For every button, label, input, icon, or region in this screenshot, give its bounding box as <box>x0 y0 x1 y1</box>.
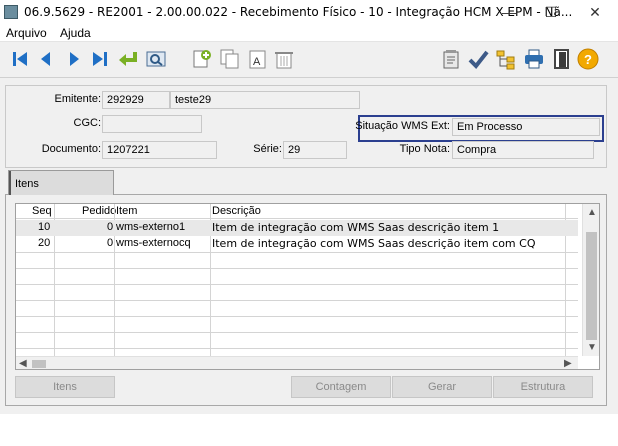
cell-descricao: Item de integração com WMS Saas descriçã… <box>212 221 500 234</box>
tab-area: Seq Pedido Item Descrição 10 0 wms-exter… <box>5 168 607 406</box>
menu-ajuda[interactable]: Ajuda <box>60 26 91 40</box>
delete-icon[interactable] <box>272 47 296 71</box>
maximize-button[interactable]: ☐ <box>528 0 574 24</box>
svg-text:?: ? <box>584 52 592 67</box>
menu-arquivo[interactable]: Arquivo <box>6 26 47 40</box>
header-panel: Emitente: 292929 teste29 CGC: Situação W… <box>5 85 607 168</box>
print-icon[interactable] <box>522 47 546 71</box>
toolbar: A ? <box>0 42 618 78</box>
copy-icon[interactable] <box>218 47 242 71</box>
col-item-header[interactable]: Item <box>116 205 137 217</box>
scroll-up-icon[interactable]: ▲ <box>587 207 597 218</box>
items-grid[interactable]: Seq Pedido Item Descrição 10 0 wms-exter… <box>15 203 600 370</box>
minimize-button[interactable]: — <box>486 0 532 24</box>
wms-status-field[interactable]: Em Processo <box>452 118 600 136</box>
col-seq-header[interactable]: Seq <box>32 205 52 217</box>
row-divider <box>16 300 578 301</box>
documento-field[interactable]: 1207221 <box>102 141 217 159</box>
grid-header: Seq Pedido Item Descrição <box>16 204 578 219</box>
row-divider <box>16 332 578 333</box>
row-divider <box>16 316 578 317</box>
first-icon[interactable] <box>8 47 32 71</box>
serie-label: Série: <box>253 143 282 155</box>
emitente-label: Emitente: <box>54 93 101 105</box>
svg-text:A: A <box>253 56 261 68</box>
tree-icon[interactable] <box>494 47 518 71</box>
close-button[interactable]: ✕ <box>572 0 618 24</box>
itens-tab-panel: Seq Pedido Item Descrição 10 0 wms-exter… <box>5 194 607 406</box>
title-bar: 06.9.5629 - RE2001 - 2.00.00.022 - Receb… <box>0 0 618 24</box>
cell-pedido: 0 <box>107 237 114 249</box>
vertical-scrollbar[interactable]: ▲ ▼ <box>582 204 599 356</box>
goto-icon[interactable] <box>116 47 140 71</box>
estrutura-button[interactable]: Estrutura <box>493 376 593 398</box>
itens-button[interactable]: Itens <box>15 376 115 398</box>
app-icon <box>4 5 18 19</box>
tab-itens[interactable]: Itens <box>8 170 114 195</box>
horizontal-scrollbar[interactable]: ◀ ▶ <box>16 356 578 369</box>
check-icon[interactable] <box>466 47 490 71</box>
contagem-button[interactable]: Contagem <box>291 376 391 398</box>
scroll-right-icon[interactable]: ▶ <box>564 358 572 369</box>
cell-pedido: 0 <box>107 221 114 233</box>
table-row[interactable]: 10 0 wms-externo1 Item de integração com… <box>16 220 578 236</box>
cgc-field[interactable] <box>102 115 202 133</box>
scroll-left-icon[interactable]: ◀ <box>19 358 27 369</box>
row-divider <box>16 252 578 253</box>
horizontal-scroll-thumb[interactable] <box>32 360 46 368</box>
documento-label: Documento: <box>41 143 101 155</box>
cgc-label: CGC: <box>73 117 102 129</box>
add-icon[interactable] <box>190 47 214 71</box>
cell-item: wms-externo1 <box>116 221 186 233</box>
vertical-scroll-thumb[interactable] <box>586 232 597 340</box>
main-content: Emitente: 292929 teste29 CGC: Situação W… <box>0 78 618 414</box>
gerar-button[interactable]: Gerar <box>392 376 492 398</box>
cell-seq: 20 <box>38 237 51 249</box>
tipo-nota-field[interactable]: Compra <box>452 141 594 159</box>
cell-item: wms-externocq <box>116 237 191 249</box>
prev-icon[interactable] <box>34 47 58 71</box>
next-icon[interactable] <box>62 47 86 71</box>
exit-icon[interactable] <box>550 47 574 71</box>
status-bar <box>0 414 618 446</box>
last-icon[interactable] <box>88 47 112 71</box>
cell-seq: 10 <box>38 221 51 233</box>
row-divider <box>16 284 578 285</box>
emitente-name-field[interactable]: teste29 <box>170 91 360 109</box>
col-descricao-header[interactable]: Descrição <box>212 205 261 217</box>
edit-icon[interactable]: A <box>246 47 270 71</box>
menu-bar: Arquivo Ajuda <box>0 24 618 42</box>
notes-icon[interactable] <box>440 47 464 71</box>
scroll-down-icon[interactable]: ▼ <box>587 342 597 353</box>
emitente-code-field[interactable]: 292929 <box>102 91 170 109</box>
help-icon[interactable]: ? <box>576 47 600 71</box>
tipo-nota-label: Tipo Nota: <box>399 143 450 155</box>
row-divider <box>16 268 578 269</box>
wms-status-label: Situação WMS Ext: <box>355 120 450 132</box>
row-divider <box>16 348 578 349</box>
cell-descricao: Item de integração com WMS Saas descriçã… <box>212 237 536 250</box>
table-row[interactable]: 20 0 wms-externocq Item de integração co… <box>16 236 578 252</box>
serie-field[interactable]: 29 <box>283 141 347 159</box>
search-icon[interactable] <box>144 47 168 71</box>
col-pedido-header[interactable]: Pedido <box>82 205 116 217</box>
